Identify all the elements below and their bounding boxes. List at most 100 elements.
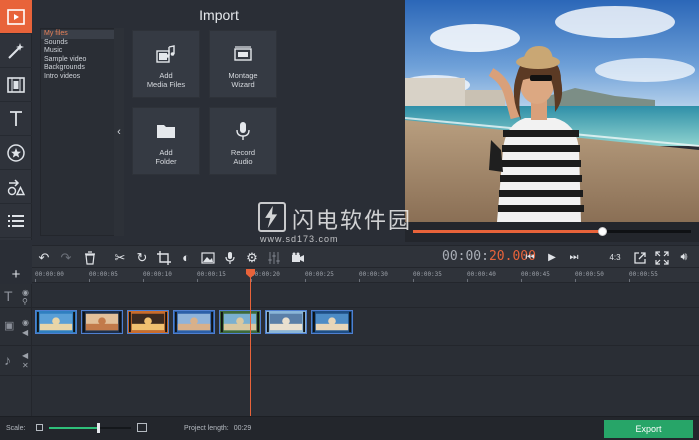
video-track[interactable]: [32, 308, 699, 346]
play-button[interactable]: ▶: [542, 248, 562, 267]
microphone-icon: [225, 251, 235, 264]
ruler-tick-label: 00:00:35: [413, 271, 442, 278]
folder-item-music[interactable]: Music: [41, 47, 117, 56]
folder-item-my-files[interactable]: My files: [41, 30, 117, 39]
scale-slider-handle[interactable]: [97, 423, 101, 433]
beach-photo-image: [405, 0, 699, 222]
record-video-button[interactable]: [288, 248, 308, 267]
record-voice-button[interactable]: [220, 248, 240, 267]
color-adjust-button[interactable]: ◐: [176, 248, 196, 267]
insert-image-button[interactable]: [198, 248, 218, 267]
aspect-ratio-button[interactable]: 4:3: [604, 248, 626, 267]
folder-item-backgrounds[interactable]: Backgrounds: [41, 64, 117, 73]
edit-toolbar: ↶ ↷ ✂ ↻ ◐ ⚙ 00:00:20.000 ⏮ ▶ ⏭ 4:3 🔊︎: [32, 245, 699, 268]
timecode-prefix: 00:00:: [442, 249, 489, 264]
ruler-tick-label: 00:00:00: [35, 271, 64, 278]
volume-button[interactable]: 🔊︎: [674, 248, 694, 267]
seek-handle[interactable]: [598, 227, 608, 236]
microphone-icon: [236, 122, 250, 140]
seek-track[interactable]: [413, 227, 691, 236]
track-link-icon[interactable]: ⚲: [22, 297, 28, 306]
clip-thumbnail: [312, 311, 352, 333]
undo-icon: ↶: [38, 249, 50, 265]
audio-track[interactable]: [32, 346, 699, 376]
video-clip[interactable]: [219, 310, 261, 334]
zoom-out-icon[interactable]: [36, 424, 43, 431]
ruler-tick-label: 00:00:55: [629, 271, 658, 278]
track-volume-icon[interactable]: ◀: [22, 351, 28, 360]
video-clip[interactable]: [35, 310, 77, 334]
scale-slider[interactable]: [49, 423, 131, 433]
timeline-ruler[interactable]: 00:00:00 00:00:05 00:00:10 00:00:15 00:00:20…: [32, 268, 699, 283]
status-bar: Scale: Project length: 00:29 Export: [0, 416, 699, 440]
ruler-tick-mark: [35, 279, 36, 282]
video-clip[interactable]: [311, 310, 353, 334]
site-watermark: 闪电软件园 www.sd173.com: [258, 200, 428, 248]
audio-equalizer-button[interactable]: [264, 248, 284, 267]
video-clip[interactable]: [173, 310, 215, 334]
video-clip[interactable]: [265, 310, 307, 334]
transitions-tab-button[interactable]: [0, 68, 32, 102]
ruler-tick-label: 00:00:05: [89, 271, 118, 278]
ruler-tick-mark: [467, 279, 468, 282]
ruler-tick-label: 00:00:30: [359, 271, 388, 278]
folder-item-sounds[interactable]: Sounds: [41, 39, 117, 48]
export-button[interactable]: Export: [604, 420, 693, 438]
project-length: Project length: 00:29: [184, 425, 251, 432]
add-folder-label: Add Folder: [155, 148, 177, 166]
track-mute-icon[interactable]: ✕: [22, 361, 29, 370]
titles-tab-button[interactable]: [0, 102, 32, 136]
import-tab-button[interactable]: [0, 0, 32, 34]
track-mute-icon[interactable]: ◀: [22, 328, 28, 337]
clip-properties-button[interactable]: ⚙: [242, 248, 262, 267]
stickers-tab-button[interactable]: [0, 136, 32, 170]
redo-button[interactable]: ↷: [56, 248, 76, 267]
camera-icon: [292, 252, 304, 262]
track-visibility-icon[interactable]: ◉: [22, 318, 29, 327]
empty-timeline-area[interactable]: [32, 376, 699, 416]
video-clip[interactable]: [127, 310, 169, 334]
undo-button[interactable]: ↶: [34, 248, 54, 267]
ruler-tick-mark: [575, 279, 576, 282]
pop-out-button[interactable]: [630, 248, 650, 267]
folder-item-intro-videos[interactable]: Intro videos: [41, 73, 117, 82]
seek-progress-fill: [413, 230, 603, 233]
add-track-button[interactable]: +: [0, 267, 32, 283]
previous-frame-button[interactable]: ⏮: [520, 248, 540, 267]
fullscreen-button[interactable]: [652, 248, 672, 267]
text-track-icon: T: [4, 288, 13, 304]
text-track[interactable]: [32, 284, 699, 308]
add-folder-button[interactable]: Add Folder: [132, 107, 200, 175]
ruler-tick-label: 00:00:10: [143, 271, 172, 278]
chevron-left-icon: ‹: [117, 126, 121, 138]
shapes-callouts-icon: [7, 178, 26, 195]
record-audio-button[interactable]: Record Audio: [209, 107, 277, 175]
playhead-line[interactable]: [250, 270, 251, 416]
more-tab-button[interactable]: [0, 204, 32, 238]
folder-item-sample-video[interactable]: Sample video: [41, 56, 117, 65]
montage-wizard-button[interactable]: Montage Wizard: [209, 30, 277, 98]
track-visibility-icon[interactable]: ◉: [22, 288, 29, 297]
audio-track-header: ♪ ◀ ✕: [0, 346, 32, 376]
zoom-in-icon[interactable]: [137, 423, 147, 432]
preview-seek-bar[interactable]: [405, 222, 699, 242]
add-media-files-button[interactable]: Add Media Files: [132, 30, 200, 98]
scissors-icon: ✂: [114, 249, 126, 265]
crop-button[interactable]: [154, 248, 174, 267]
montage-wizard-label: Montage Wizard: [228, 71, 258, 89]
video-preview[interactable]: [405, 0, 699, 222]
add-media-icon: [156, 45, 175, 63]
filters-tab-button[interactable]: [0, 34, 32, 68]
import-media-icon: [7, 8, 25, 25]
film-filters-icon: [7, 76, 25, 93]
delete-button[interactable]: [80, 248, 100, 267]
split-button[interactable]: ✂: [110, 248, 130, 267]
add-folder-icon: [157, 125, 175, 138]
video-clip[interactable]: [81, 310, 123, 334]
lightning-logo-icon: [258, 202, 286, 232]
rotate-button[interactable]: ↻: [132, 248, 152, 267]
callouts-tab-button[interactable]: [0, 170, 32, 204]
next-frame-button[interactable]: ⏭: [564, 248, 584, 267]
stickers-star-icon: [7, 143, 25, 162]
collapse-panel-button[interactable]: ‹: [114, 28, 124, 236]
